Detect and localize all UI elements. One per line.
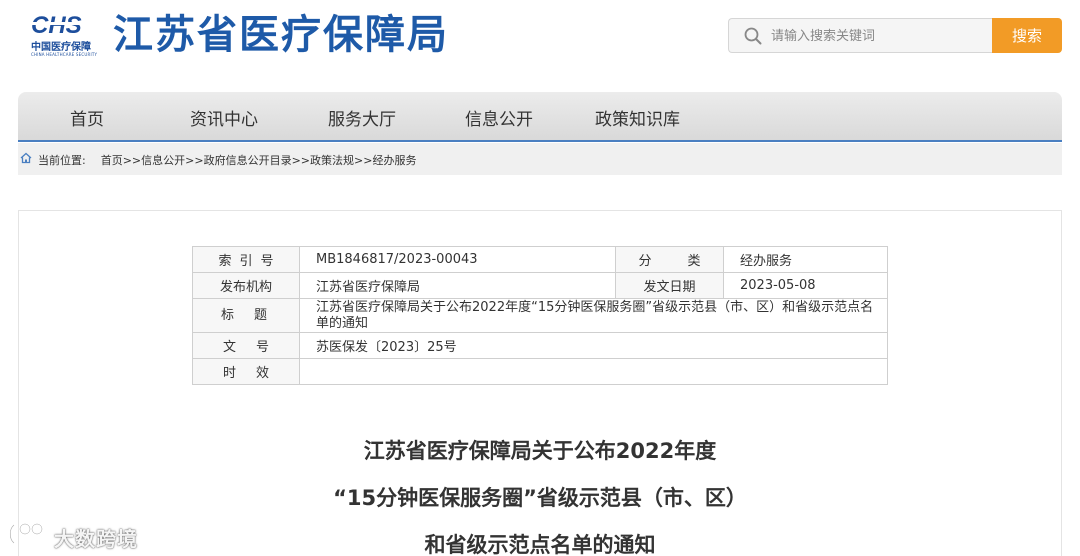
docno-label: 文号 [222, 340, 289, 355]
date-value: 2023-05-08 [723, 272, 888, 299]
home-icon [20, 152, 32, 164]
article-title-line-1: 江苏省医疗保障局关于公布2022年度 [363, 439, 717, 463]
docno-value: 苏医保发〔2023〕25号 [299, 332, 888, 359]
logo-en-text: CHINA HEALTHCARE SECURITY [31, 52, 98, 57]
index-value: MB1846817/2023-00043 [299, 246, 616, 273]
table-row: 文号 苏医保发〔2023〕25号 [192, 332, 888, 359]
table-row: 索引号 MB1846817/2023-00043 分类 经办服务 [192, 246, 888, 273]
nav-item-policy-library[interactable]: 政策知识库 [595, 105, 680, 130]
publisher-label: 发布机构 [192, 272, 300, 299]
search-input[interactable] [771, 25, 981, 47]
validity-label: 时效 [222, 366, 289, 381]
breadcrumb-path[interactable]: 首页>>信息公开>>政府信息公开目录>>政策法规>>经办服务 [101, 154, 417, 167]
table-row: 标题 江苏省医疗保障局关于公布2022年度“15分钟医保服务圈”省级示范县（市、… [192, 298, 888, 333]
nav-item-service-hall[interactable]: 服务大厅 [328, 105, 396, 130]
index-label: 索引号 [218, 254, 282, 269]
date-label: 发文日期 [615, 272, 724, 299]
logo-cn-text: 中国医疗保障 [31, 42, 91, 53]
site-logo[interactable]: CHS 中国医疗保障 CHINA HEALTHCARE SECURITY [30, 12, 102, 58]
nav-item-info-disclosure[interactable]: 信息公开 [465, 105, 533, 130]
article-title-line-3: 和省级示范点名单的通知 [424, 533, 656, 556]
site-title[interactable]: 江苏省医疗保障局 [113, 10, 449, 60]
main-nav: 首页 资讯中心 服务大厅 信息公开 政策知识库 [18, 92, 1062, 142]
breadcrumb-prefix: 当前位置: [38, 154, 86, 167]
site-header: CHS 中国医疗保障 CHINA HEALTHCARE SECURITY 江苏省… [0, 0, 1080, 82]
article-title: 江苏省医疗保障局关于公布2022年度 “15分钟医保服务圈”省级示范县（市、区）… [190, 428, 890, 556]
search-icon [744, 27, 762, 45]
article-title-line-2: “15分钟医保服务圈”省级示范县（市、区） [333, 486, 747, 510]
chs-logo-icon: CHS [31, 12, 94, 36]
document-meta-table: 索引号 MB1846817/2023-00043 分类 经办服务 发布机构 江苏… [192, 246, 888, 385]
category-value: 经办服务 [723, 246, 888, 273]
search-box [728, 18, 993, 53]
watermark-logo-icon [9, 522, 44, 545]
validity-value [299, 358, 888, 385]
title-label: 标题 [220, 307, 287, 323]
nav-item-news[interactable]: 资讯中心 [190, 105, 258, 130]
table-row: 时效 [192, 358, 888, 385]
publisher-value: 江苏省医疗保障局 [299, 272, 616, 299]
breadcrumb: 当前位置: 首页>>信息公开>>政府信息公开目录>>政策法规>>经办服务 [18, 143, 1062, 175]
watermark-text: 大数跨境 [54, 527, 138, 551]
table-row: 发布机构 江苏省医疗保障局 发文日期 2023-05-08 [192, 272, 888, 299]
search-button[interactable]: 搜索 [992, 18, 1062, 53]
nav-item-home[interactable]: 首页 [70, 105, 104, 130]
title-value: 江苏省医疗保障局关于公布2022年度“15分钟医保服务圈”省级示范县（市、区）和… [299, 298, 888, 333]
category-label: 分类 [638, 254, 737, 269]
